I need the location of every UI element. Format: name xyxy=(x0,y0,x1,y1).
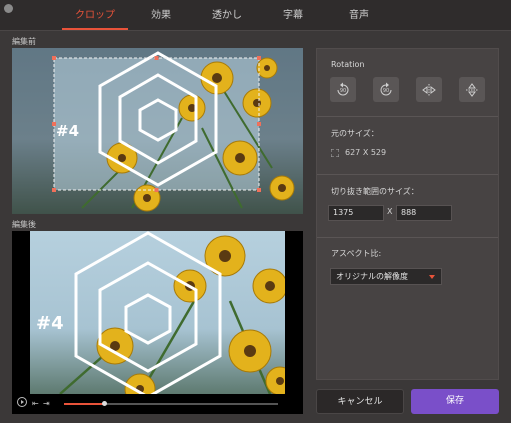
rotate-right-button[interactable]: 90 xyxy=(373,77,399,102)
chevron-down-icon xyxy=(429,275,435,279)
flip-horizontal-button[interactable] xyxy=(416,77,442,102)
window-close-button[interactable] xyxy=(4,4,13,13)
divider xyxy=(317,237,498,238)
original-size-title: 元のサイズ： xyxy=(331,129,379,138)
divider xyxy=(317,174,498,175)
tab-bar: クロップ 効果 透かし 字幕 音声 xyxy=(62,4,392,30)
flip-vertical-button[interactable] xyxy=(459,77,485,102)
tab-watermark[interactable]: 透かし xyxy=(194,4,260,30)
crop-width-input[interactable]: 1375 xyxy=(328,205,384,221)
after-label: 編集後 xyxy=(12,220,36,229)
progress-handle[interactable] xyxy=(102,401,108,406)
svg-text:90: 90 xyxy=(340,88,346,94)
player-controls: ⇤ ⇥ xyxy=(12,394,303,414)
crop-settings-panel: Rotation 90 90 元のサイズ： 627 X 529 切り抜き範囲のサ… xyxy=(316,48,499,380)
crop-handle-top-left[interactable] xyxy=(52,56,56,60)
divider xyxy=(317,116,498,117)
svg-text:90: 90 xyxy=(383,88,389,94)
crop-handle-left[interactable] xyxy=(52,122,56,126)
play-button[interactable] xyxy=(17,397,27,407)
before-preview: #4 xyxy=(12,48,303,214)
next-frame-icon[interactable]: ⇥ xyxy=(43,399,50,408)
rotation-title: Rotation xyxy=(331,60,365,69)
crop-handle-bottom[interactable] xyxy=(154,188,159,192)
cancel-button[interactable]: キャンセル xyxy=(316,389,404,414)
crop-handle-bottom-right[interactable] xyxy=(257,188,261,192)
crop-handle-top[interactable] xyxy=(154,56,159,60)
tab-audio[interactable]: 音声 xyxy=(326,4,392,30)
previous-frame-icon[interactable]: ⇤ xyxy=(32,399,39,408)
crop-handle-top-right[interactable] xyxy=(257,56,261,60)
flip-horizontal-icon xyxy=(422,83,436,96)
aspect-ratio-title: アスペクト比: xyxy=(331,249,382,258)
after-image: #4 xyxy=(30,231,285,394)
crop-handle-right[interactable] xyxy=(257,122,261,126)
tab-crop[interactable]: クロップ xyxy=(62,4,128,30)
original-size-value: 627 X 529 xyxy=(345,148,387,157)
crop-size-title: 切り抜き範囲のサイズ： xyxy=(331,187,419,196)
progress-bar[interactable] xyxy=(64,401,278,406)
watermark-text: #4 xyxy=(56,122,79,140)
rotate-right-90-icon: 90 xyxy=(380,82,392,95)
play-icon xyxy=(21,400,24,404)
resize-icon xyxy=(331,148,339,157)
aspect-ratio-value: オリジナルの解像度 xyxy=(336,272,408,281)
progress-fill xyxy=(64,403,105,405)
aspect-ratio-select[interactable]: オリジナルの解像度 xyxy=(330,268,442,285)
tab-effects[interactable]: 効果 xyxy=(128,4,194,30)
tab-subtitles[interactable]: 字幕 xyxy=(260,4,326,30)
tab-divider xyxy=(0,30,511,31)
rotate-left-90-icon: 90 xyxy=(337,82,349,95)
before-label: 編集前 xyxy=(12,37,36,46)
original-size-row: 627 X 529 xyxy=(331,148,386,157)
crop-handle-bottom-left[interactable] xyxy=(52,188,56,192)
save-button[interactable]: 保存 xyxy=(411,389,499,414)
crop-height-input[interactable]: 888 xyxy=(396,205,452,221)
crop-size-x-label: X xyxy=(387,207,393,216)
after-preview: #4 ⇤ ⇥ xyxy=(12,231,303,414)
before-image: #4 xyxy=(12,48,303,214)
rotate-left-button[interactable]: 90 xyxy=(330,77,356,102)
watermark-text-after: #4 xyxy=(36,313,64,334)
flip-vertical-icon xyxy=(466,82,478,97)
